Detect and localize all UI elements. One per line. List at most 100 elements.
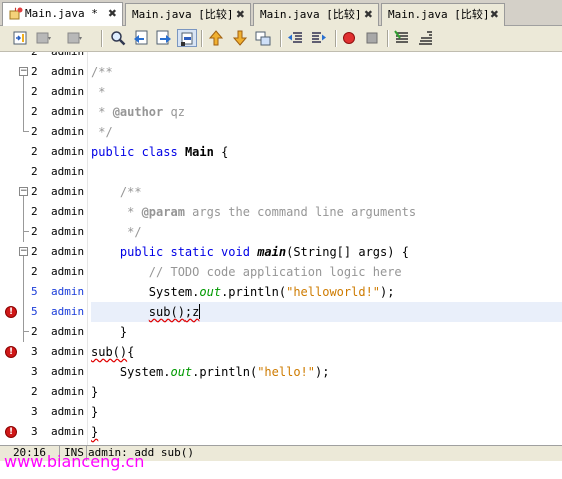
close-tab-icon[interactable]: ✖ xyxy=(364,4,373,26)
revision-number: 2 xyxy=(31,105,38,118)
comment-icon[interactable] xyxy=(393,29,411,47)
forward-icon[interactable] xyxy=(66,29,84,47)
code-line: 2 admin * @param args the command line a… xyxy=(0,202,562,222)
revision-number: 5 xyxy=(31,285,38,298)
code-line: 2 admin * @author qz xyxy=(0,102,562,122)
error-token: sub() xyxy=(91,345,128,359)
toolbar-separator xyxy=(387,30,389,47)
editor-toolbar xyxy=(0,26,562,52)
revision-number: 2 xyxy=(31,385,38,398)
code-text[interactable]: /** xyxy=(91,62,562,82)
code-text[interactable]: /** xyxy=(91,182,562,202)
next-bookmark-icon[interactable] xyxy=(231,29,249,47)
code-text[interactable]: } xyxy=(91,422,562,442)
code-token: { xyxy=(127,345,135,359)
toolbar-separator xyxy=(335,30,337,47)
toggle-bookmark-icon[interactable] xyxy=(254,29,272,47)
revision-number: 3 xyxy=(31,365,38,378)
code-text[interactable]: * xyxy=(91,82,562,102)
revision-number: 2 xyxy=(31,52,38,62)
java-file-icon xyxy=(9,6,23,20)
find-next-icon[interactable] xyxy=(155,29,173,47)
revision-author: admin xyxy=(51,245,85,258)
code-token: ); xyxy=(380,285,395,299)
comment-token: * xyxy=(91,105,113,119)
code-text[interactable]: } xyxy=(91,382,562,402)
code-text[interactable]: sub();z xyxy=(91,302,562,322)
revision-author: admin xyxy=(51,345,85,358)
error-token: sub() xyxy=(148,305,185,319)
javadoc-tag: @author xyxy=(112,105,164,119)
code-text[interactable]: System.out.println("helloworld!"); xyxy=(91,282,562,302)
tab-main-java-modified[interactable]: Main.java * ✖ xyxy=(2,2,123,27)
find-previous-icon[interactable] xyxy=(132,29,150,47)
code-line: 2 admin xyxy=(0,162,562,182)
tab-label: Main.java [比较] xyxy=(132,8,234,21)
shift-right-icon[interactable] xyxy=(310,29,328,47)
code-line: 3 admin } xyxy=(0,402,562,422)
code-text[interactable]: } xyxy=(91,322,562,342)
revision-number: 3 xyxy=(31,405,38,418)
revision-number: 2 xyxy=(31,245,38,258)
code-text[interactable]: } xyxy=(91,402,562,422)
find-icon[interactable] xyxy=(109,29,127,47)
class-name-token: Main xyxy=(184,145,214,159)
revision-author: admin xyxy=(51,385,85,398)
code-text[interactable]: * @param args the command line arguments xyxy=(91,202,562,222)
back-icon[interactable] xyxy=(35,29,53,47)
code-text[interactable]: // TODO code application logic here xyxy=(91,262,562,282)
code-line: 2 admin } xyxy=(0,382,562,402)
start-macro-icon[interactable] xyxy=(340,29,358,47)
toggle-annotations-icon[interactable] xyxy=(11,29,29,47)
code-text[interactable]: public class Main { xyxy=(91,142,562,162)
fold-end-marker xyxy=(23,131,29,132)
keyword-token: public static void xyxy=(119,245,250,259)
fold-collapse-icon[interactable]: − xyxy=(19,187,28,196)
close-tab-icon[interactable]: ✖ xyxy=(236,4,245,26)
code-text[interactable]: public static void main(String[] args) { xyxy=(91,242,562,262)
revision-author: admin xyxy=(51,365,85,378)
code-text[interactable]: */ xyxy=(91,222,562,242)
code-text[interactable] xyxy=(91,52,562,62)
tab-main-java-compare-2[interactable]: Main.java [比较] ✖ xyxy=(253,3,379,26)
string-token: "helloworld!" xyxy=(286,285,381,299)
code-text[interactable]: sub(){ xyxy=(91,342,562,362)
code-editor[interactable]: 2 admin − 2 admin /** 2 admin * 2 admin … xyxy=(0,52,562,445)
error-icon[interactable]: ! xyxy=(5,426,17,438)
revision-number: 2 xyxy=(31,125,38,138)
error-token: } xyxy=(91,425,99,439)
code-line: 2 admin */ xyxy=(0,222,562,242)
code-token: ); xyxy=(315,365,330,379)
code-text[interactable]: * @author qz xyxy=(91,102,562,122)
code-line: 2 admin * xyxy=(0,82,562,102)
tab-main-java-compare-1[interactable]: Main.java [比较] ✖ xyxy=(125,3,251,26)
revision-author: admin xyxy=(51,125,85,138)
stop-macro-icon[interactable] xyxy=(363,29,381,47)
code-text[interactable] xyxy=(91,162,562,182)
close-tab-icon[interactable]: ✖ xyxy=(490,4,499,26)
field-token: out xyxy=(170,365,193,379)
error-icon[interactable]: ! xyxy=(5,346,17,358)
shift-left-icon[interactable] xyxy=(286,29,304,47)
code-line: ! 5 admin sub();z xyxy=(0,302,562,322)
toggle-highlight-icon[interactable] xyxy=(177,29,197,47)
error-icon[interactable]: ! xyxy=(5,306,17,318)
code-line: 5 admin System.out.println("helloworld!"… xyxy=(0,282,562,302)
fold-collapse-icon[interactable]: − xyxy=(19,247,28,256)
code-text[interactable]: */ xyxy=(91,122,562,142)
revision-number: 2 xyxy=(31,165,38,178)
fold-collapse-icon[interactable]: − xyxy=(19,67,28,76)
comment-token: /** xyxy=(91,185,142,199)
revision-number: 3 xyxy=(31,425,38,438)
tab-main-java-compare-3[interactable]: Main.java [比较] ✖ xyxy=(381,3,505,26)
uncomment-icon[interactable] xyxy=(417,29,435,47)
code-line: 2 admin // TODO code application logic h… xyxy=(0,262,562,282)
close-tab-icon[interactable]: ✖ xyxy=(108,3,117,25)
code-line: ! 3 admin sub(){ xyxy=(0,342,562,362)
keyword-token: public class xyxy=(91,145,178,159)
method-name-token: main xyxy=(257,245,287,259)
previous-bookmark-icon[interactable] xyxy=(207,29,225,47)
code-text[interactable]: System.out.println("hello!"); xyxy=(91,362,562,382)
comment-token: args the command line arguments xyxy=(184,205,417,219)
